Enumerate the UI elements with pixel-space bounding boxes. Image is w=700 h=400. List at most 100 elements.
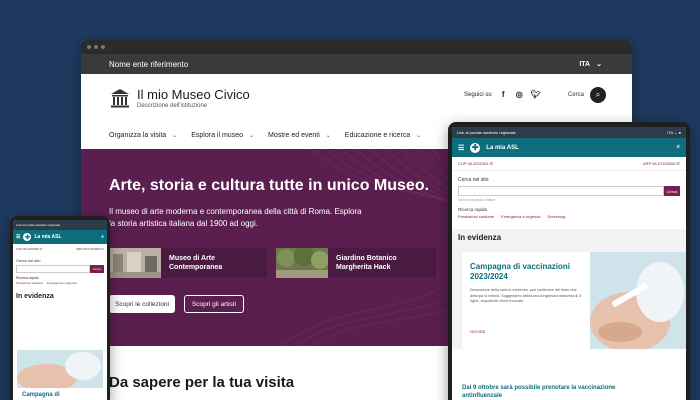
urp-contact[interactable]: URP 06.07103269 ✆ bbox=[76, 247, 104, 251]
card-title[interactable]: Campagna di bbox=[22, 392, 60, 398]
quick-links: Prestazioni sanitarie Emergenza e urgenz… bbox=[452, 214, 686, 219]
header-search[interactable]: Cerca ⌕ bbox=[568, 87, 607, 103]
nav-label: Educazione e ricerca bbox=[344, 131, 411, 139]
chevron-down-icon: ⌄ bbox=[416, 132, 422, 139]
search-icon[interactable]: ⌕ bbox=[677, 144, 680, 151]
language-selector[interactable]: ITA ⌄ bbox=[579, 60, 602, 69]
hamburger-icon[interactable]: ☰ bbox=[458, 144, 464, 152]
regional-portal-link[interactable]: Link al portale sanitario regionale bbox=[457, 130, 516, 135]
phone-icon: ✆ bbox=[39, 247, 43, 251]
instagram-icon[interactable]: ◎ bbox=[515, 90, 524, 99]
discover-artists-button[interactable]: Scopri gli artisti bbox=[184, 295, 244, 313]
hero-card-museo[interactable]: Museo di Arte Contemporanea bbox=[109, 248, 267, 278]
evidence-title: In evidenza bbox=[458, 233, 502, 242]
nav-item-organizza[interactable]: Organizza la visita ⌄ bbox=[109, 132, 177, 139]
phone-icon: ✆ bbox=[101, 247, 104, 251]
chevron-down-icon: ⌄ bbox=[596, 61, 602, 68]
quick-link[interactable]: Prestazioni sanitarie bbox=[16, 281, 43, 285]
site-subtitle: Descrizione dell'istituzione bbox=[137, 103, 208, 109]
nav-item-esplora[interactable]: Esplora il museo ⌄ bbox=[191, 132, 254, 139]
nav-label: Esplora il museo bbox=[191, 131, 243, 139]
nav-label: Organizza la visita bbox=[109, 131, 167, 139]
card-label: Giardino Botanico Margherita Hack bbox=[336, 255, 397, 271]
tablet-top-bar: Link al portale sanitario regionale ITA … bbox=[452, 127, 686, 138]
language-selector[interactable]: ITA ⌄ ● bbox=[667, 130, 681, 135]
urp-number: URP 06.07103269 bbox=[642, 161, 676, 166]
nav-item-educazione[interactable]: Educazione e ricerca ⌄ bbox=[345, 132, 421, 139]
hero-card-giardino[interactable]: Giardino Botanico Margherita Hack bbox=[276, 248, 436, 278]
site-branding[interactable]: Il mio Museo Civico Descrizione dell'ist… bbox=[137, 87, 250, 109]
social-links: Seguici su f ◎ 🐦︎ bbox=[464, 90, 541, 99]
search-row: Cerca bbox=[452, 186, 686, 196]
section-title: Da sapere per la tua visita bbox=[109, 374, 295, 391]
quick-search-label: Ricerca rapida bbox=[16, 276, 39, 280]
search-label: Cerca bbox=[568, 92, 585, 98]
garden-thumbnail bbox=[276, 248, 328, 278]
facebook-icon[interactable]: f bbox=[499, 90, 508, 99]
search-input[interactable] bbox=[458, 186, 664, 196]
cup-contact[interactable]: CUP 06.2202304 ✆ bbox=[458, 161, 493, 166]
search-label: Cerca nel sito bbox=[458, 177, 489, 183]
cup-contact[interactable]: CUP 06.2202304 ✆ bbox=[16, 247, 42, 251]
tablet-screen: Link al portale sanitario regionale ITA … bbox=[452, 127, 686, 400]
contacts-bar: CUP 06.2202304 ✆ URP 06.07103269 ✆ bbox=[13, 244, 107, 254]
urp-number: URP 06.07103269 bbox=[76, 247, 101, 251]
search-input[interactable] bbox=[16, 265, 90, 273]
site-header: Il mio Museo Civico Descrizione dell'ist… bbox=[81, 74, 632, 122]
search-icon[interactable]: ⌕ bbox=[590, 87, 607, 103]
window-dot bbox=[87, 45, 91, 49]
search-row: Cerca bbox=[13, 265, 107, 273]
window-dot bbox=[101, 45, 105, 49]
search-hint: Scrivi una parola chiave bbox=[458, 198, 496, 202]
twitter-icon[interactable]: 🐦︎ bbox=[531, 90, 541, 99]
quick-link[interactable]: Screening bbox=[547, 214, 565, 219]
discover-collections-button[interactable]: Scopri le collezioni bbox=[109, 295, 175, 313]
vaccination-card[interactable]: Campagna di vaccinazioni 2023/2024 Descr… bbox=[462, 252, 686, 349]
vaccination-image bbox=[590, 252, 686, 349]
card-text: Descrizione della card in evidenza, può … bbox=[470, 288, 582, 303]
phone-mockup: Link al portale sanitario regionale ☰ ✚ … bbox=[10, 216, 110, 400]
cup-number: CUP 06.2202304 bbox=[16, 247, 39, 251]
building-logo-icon bbox=[111, 89, 129, 108]
chevron-down-icon: ⌄ bbox=[172, 132, 178, 139]
quick-link[interactable]: Prestazioni sanitarie bbox=[458, 214, 494, 219]
quick-search-label: Ricerca rapida bbox=[458, 207, 488, 212]
hero-text: Il museo di arte moderna e contemporanea… bbox=[109, 207, 362, 228]
quick-link[interactable]: Emergenza e urgenza bbox=[47, 281, 77, 285]
card-more-link[interactable]: NOVIDE bbox=[470, 329, 485, 334]
brand-name[interactable]: La mia ASL bbox=[486, 145, 518, 151]
news-link[interactable]: Dal 9 ottobre sarà possibile prenotare l… bbox=[462, 384, 642, 400]
nav-item-mostre[interactable]: Mostre ed eventi ⌄ bbox=[268, 132, 331, 139]
urp-contact[interactable]: URP 06.07103269 ✆ bbox=[643, 161, 680, 166]
regional-portal-link[interactable]: Link al portale sanitario regionale bbox=[16, 223, 60, 227]
search-button[interactable]: Cerca bbox=[90, 265, 104, 273]
search-button[interactable]: Cerca bbox=[664, 186, 680, 196]
phone-icon: ✆ bbox=[489, 161, 494, 166]
chevron-down-icon: ⌄ bbox=[674, 130, 678, 135]
social-label: Seguici su bbox=[464, 91, 492, 98]
language-label: ITA bbox=[667, 130, 673, 135]
cross-logo-icon: ✚ bbox=[470, 142, 481, 153]
window-dot bbox=[94, 45, 98, 49]
evidence-title: In evidenza bbox=[16, 293, 54, 300]
search-icon[interactable]: ⌕ bbox=[101, 234, 104, 240]
vaccination-image bbox=[17, 350, 103, 388]
chevron-down-icon: ⌄ bbox=[248, 132, 255, 139]
brand-name[interactable]: La mia ASL bbox=[34, 234, 61, 240]
browser-chrome bbox=[81, 40, 632, 54]
chevron-down-icon: ⌄ bbox=[325, 132, 331, 139]
site-title: Il mio Museo Civico bbox=[137, 87, 250, 102]
evidence-section: In evidenza Campagna di vaccinazioni 202… bbox=[452, 229, 686, 349]
museum-thumbnail bbox=[109, 248, 161, 278]
card-title: Campagna di vaccinazioni 2023/2024 bbox=[470, 262, 571, 281]
tablet-mockup: Link al portale sanitario regionale ITA … bbox=[448, 122, 690, 400]
user-icon[interactable]: ● bbox=[679, 130, 681, 135]
entity-link[interactable]: Nome ente riferimento bbox=[109, 60, 188, 69]
quick-link[interactable]: Emergenza e urgenza bbox=[501, 214, 540, 219]
nav-label: Mostre ed eventi bbox=[268, 131, 320, 139]
phone-brand-bar: ☰ ✚ La mia ASL ⌕ bbox=[13, 230, 107, 244]
phone-screen: Link al portale sanitario regionale ☰ ✚ … bbox=[13, 220, 107, 400]
tablet-brand-bar: ☰ ✚ La mia ASL ⌕ bbox=[452, 138, 686, 157]
hamburger-icon[interactable]: ☰ bbox=[16, 234, 20, 240]
contacts-bar: CUP 06.2202304 ✆ URP 06.07103269 ✆ bbox=[452, 157, 686, 171]
